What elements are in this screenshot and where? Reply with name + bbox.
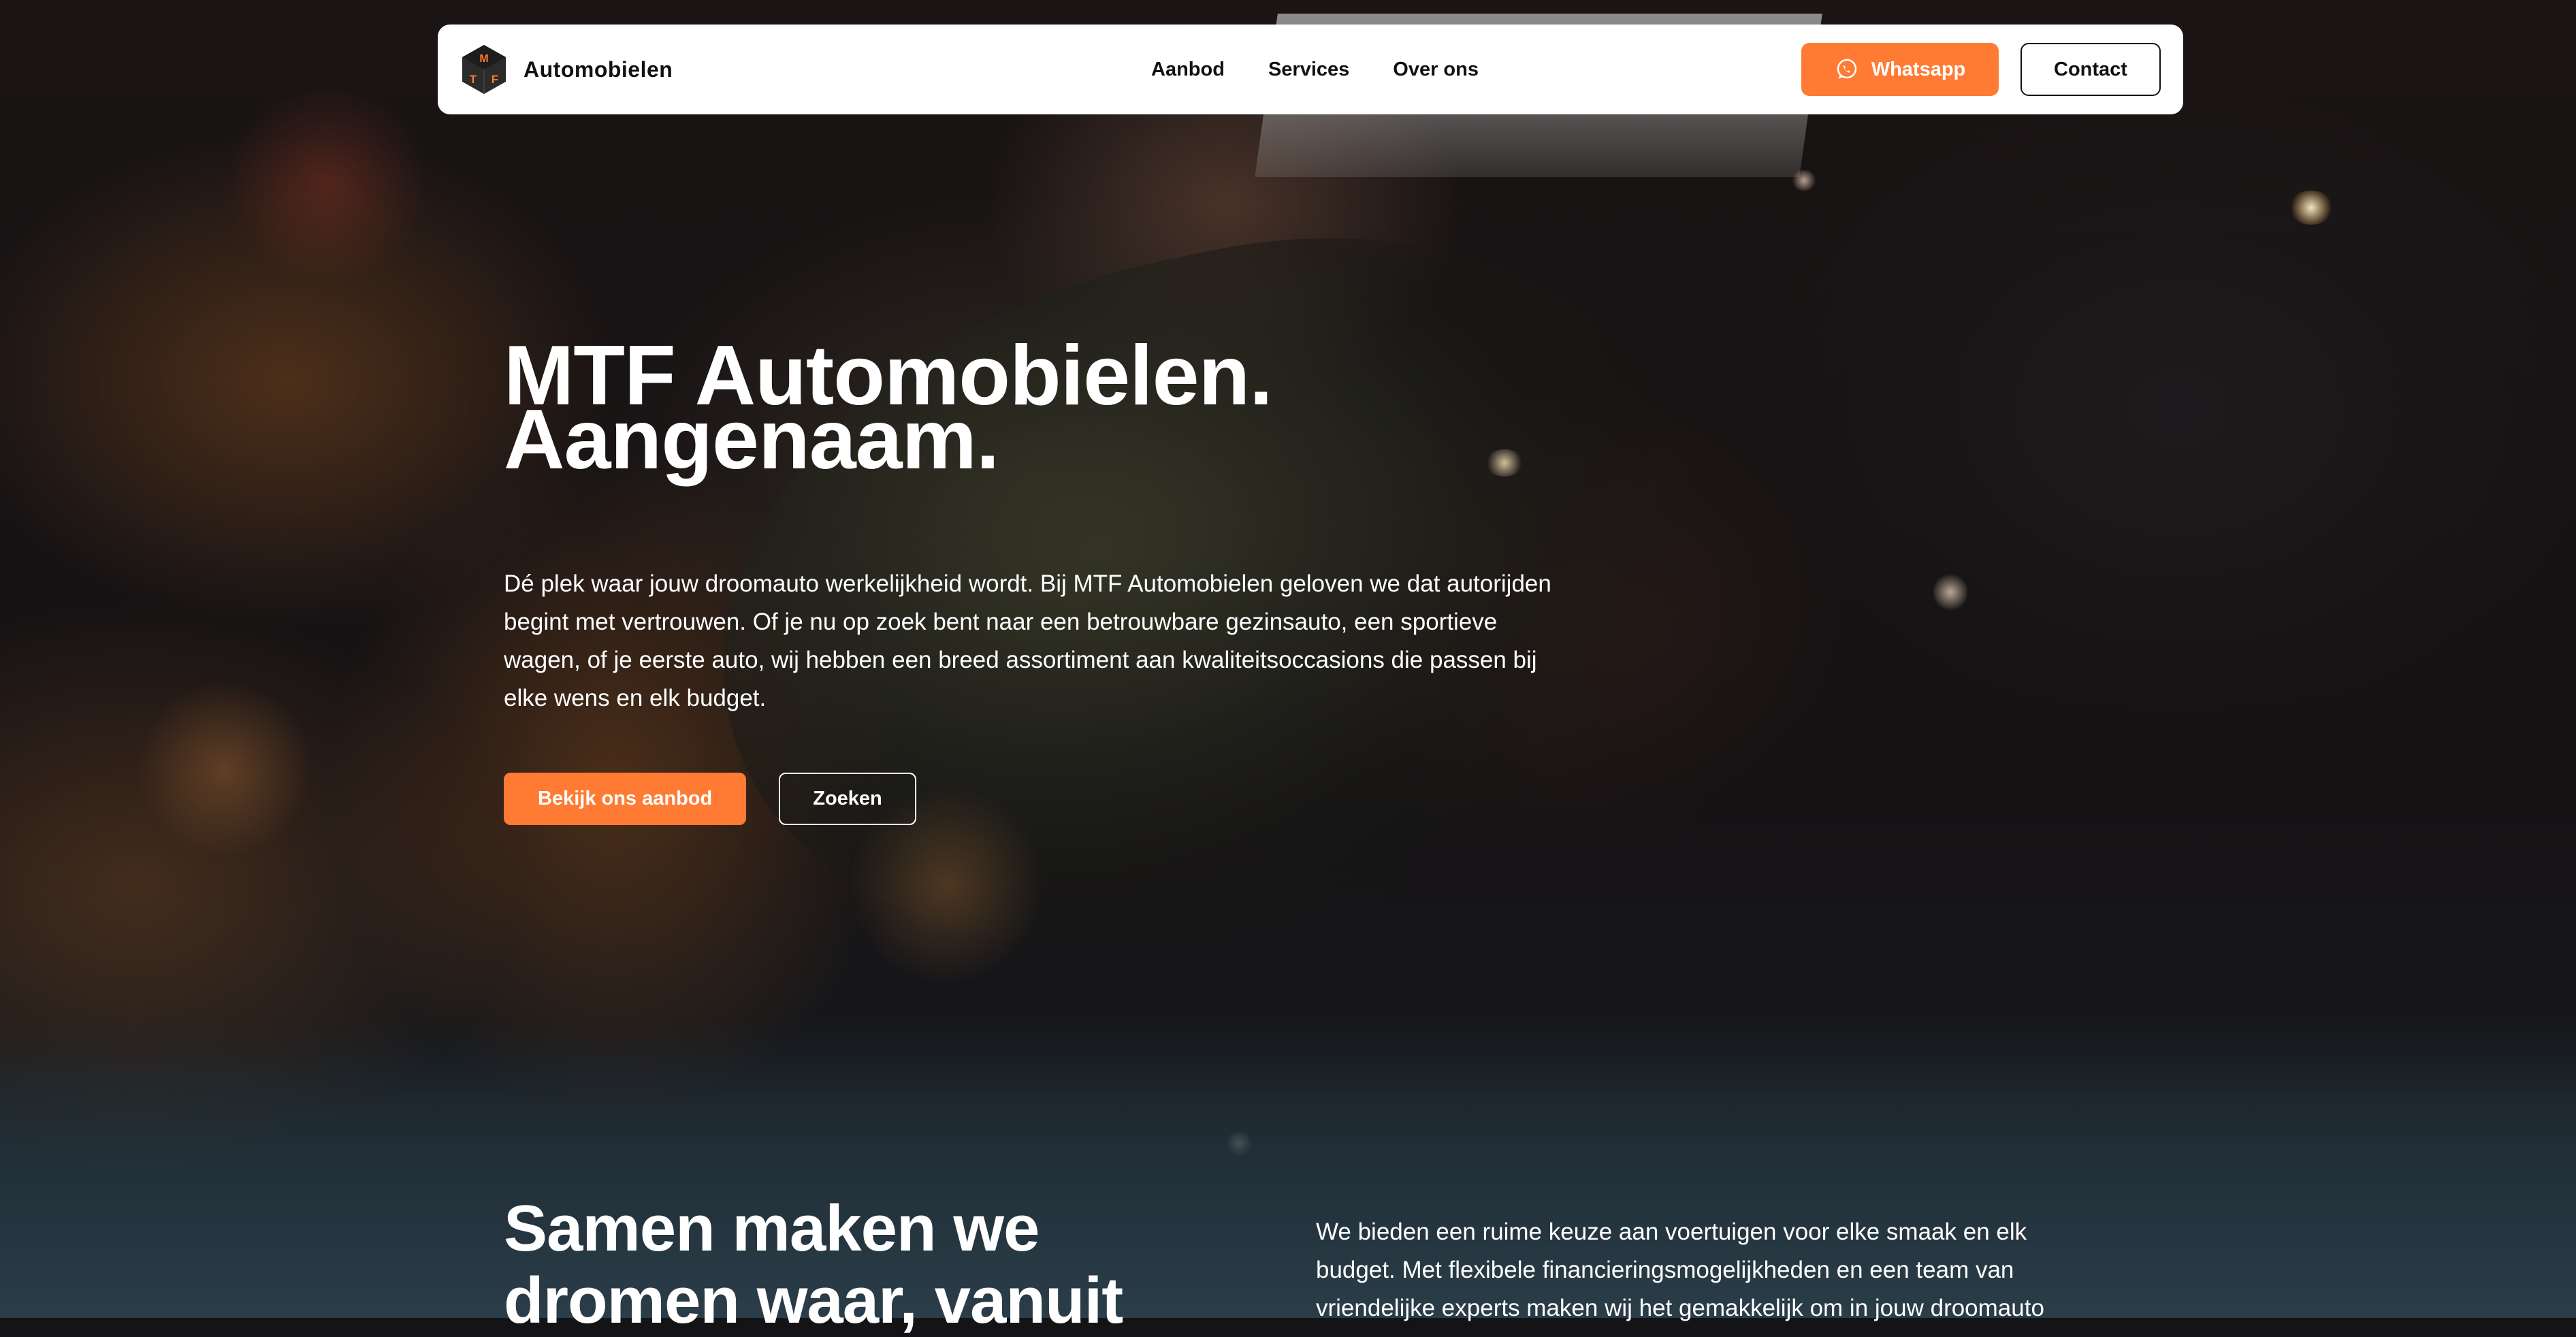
whatsapp-icon	[1837, 59, 1857, 79]
nav-actions: Whatsapp Contact	[1801, 43, 2161, 96]
logo-letter-m: M	[479, 53, 488, 65]
whatsapp-label: Whatsapp	[1871, 58, 1966, 80]
bokeh-light	[2287, 191, 2335, 225]
section-title: Samen maken we dromen waar, vanuit	[504, 1193, 1185, 1337]
view-offer-button[interactable]: Bekijk ons aanbod	[504, 773, 747, 825]
section-title-line-1: Samen maken we	[504, 1192, 1040, 1265]
logo-text: Automobielen	[524, 57, 673, 82]
bokeh-light	[136, 681, 313, 858]
bokeh-light	[1790, 170, 1818, 191]
logo[interactable]: M T F Automobielen	[461, 44, 801, 95]
hero-description: Dé plek waar jouw droomauto werkelijkhei…	[504, 570, 1551, 711]
nav-link-over-ons[interactable]: Over ons	[1393, 59, 1479, 81]
nav-links: Aanbod Services Over ons	[1151, 25, 1479, 114]
cube-logo-icon: M T F	[462, 45, 506, 94]
logo-letter-f: F	[492, 73, 498, 86]
contact-button[interactable]: Contact	[2020, 43, 2161, 96]
hero-title: MTF Automobielen. Aangenaam.	[504, 334, 1457, 487]
whatsapp-button[interactable]: Whatsapp	[1801, 43, 1999, 96]
section-fade	[0, 1021, 2576, 1318]
hero-title-line-2: Aangenaam.	[504, 393, 999, 487]
navbar: M T F Automobielen Aanbod Services Over …	[438, 25, 2183, 114]
section-text: We bieden een ruime keuze aan voertuigen…	[1316, 1219, 2044, 1321]
bokeh-light	[1933, 572, 1967, 613]
nav-link-services[interactable]: Services	[1268, 59, 1349, 81]
nav-link-aanbod[interactable]: Aanbod	[1151, 59, 1225, 81]
section-title-line-2: dromen waar, vanuit	[504, 1264, 1123, 1337]
hero-buttons: Bekijk ons aanbod Zoeken	[504, 773, 916, 825]
search-button[interactable]: Zoeken	[779, 773, 916, 825]
bokeh-light	[225, 82, 429, 286]
logo-letter-t: T	[470, 73, 477, 86]
